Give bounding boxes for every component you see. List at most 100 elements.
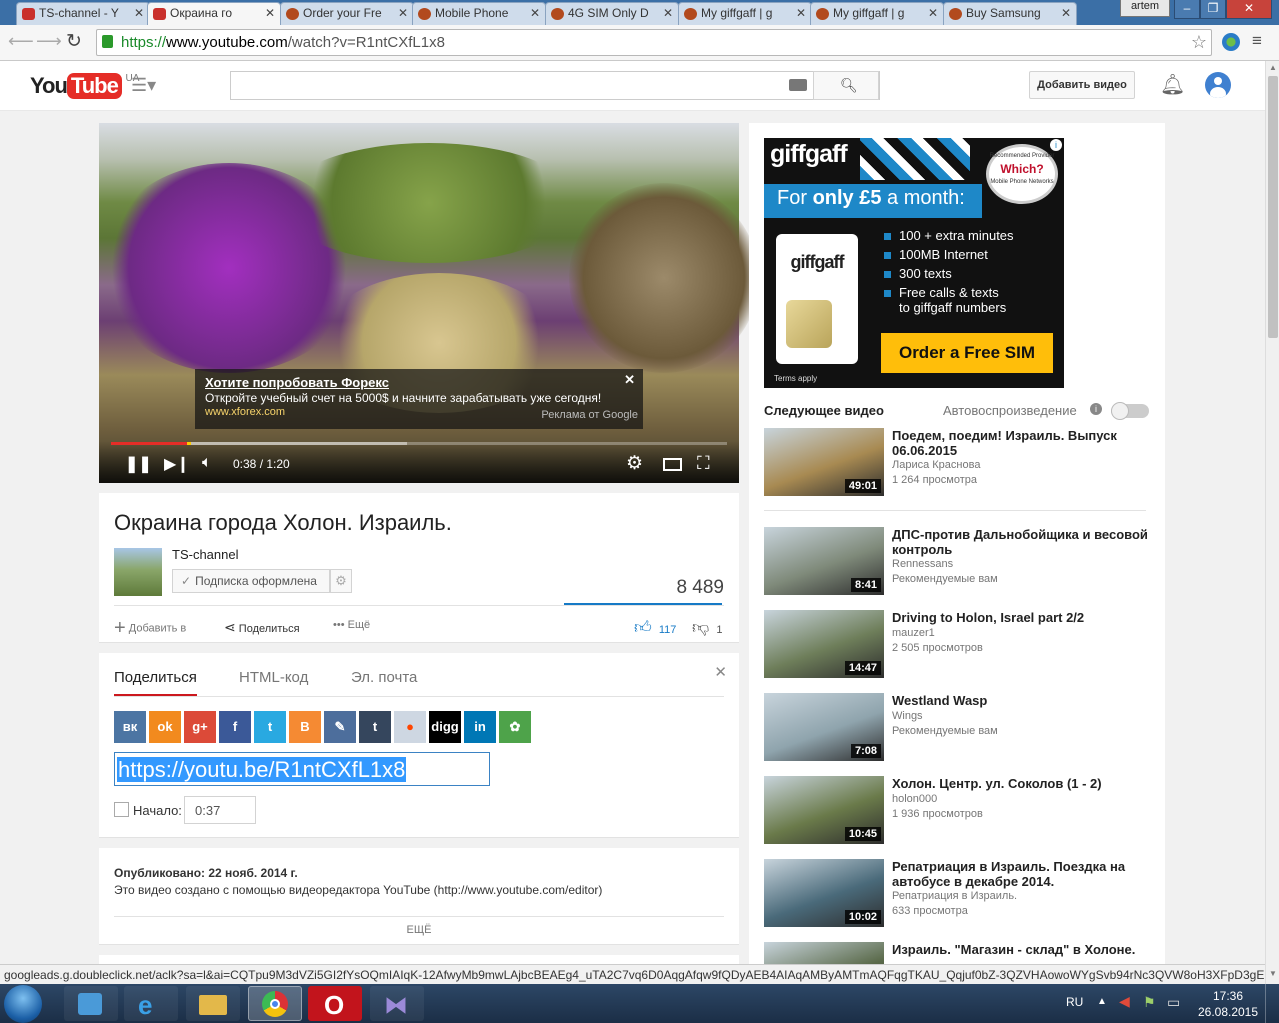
share-link-field[interactable]: https://youtu.be/R1ntCXfL1x8 — [114, 752, 490, 786]
browser-tab[interactable]: TS-channel - Y ✕ — [16, 2, 150, 25]
related-video[interactable]: 10:45 Холон. Центр. ул. Соколов (1 - 2) ho… — [764, 776, 1164, 846]
like-button[interactable]: 👍︎ 117 — [634, 617, 676, 638]
show-desktop-button[interactable] — [1265, 984, 1279, 1023]
facebook-icon[interactable]: f — [219, 711, 251, 743]
autoplay-toggle[interactable] — [1111, 402, 1149, 420]
back-icon[interactable]: ⟵ — [8, 31, 34, 52]
start-time-input[interactable]: 0:37 — [184, 796, 256, 824]
digg-icon[interactable]: digg — [429, 711, 461, 743]
browser-tab[interactable]: Order your Fre ✕ — [280, 2, 414, 25]
reload-icon[interactable]: ↻ — [66, 30, 82, 53]
dislike-button[interactable]: 👎︎ 1 — [692, 617, 722, 638]
taskbar-chrome[interactable] — [248, 986, 302, 1021]
tray-alert-icon[interactable]: ◀ — [1119, 993, 1130, 1010]
taskbar-internet-explorer[interactable]: e — [124, 986, 178, 1021]
browser-tab[interactable]: 4G SIM Only D ✕ — [545, 2, 679, 25]
video-thumbnail[interactable]: 8:41 — [764, 527, 884, 595]
close-tab-icon[interactable]: ✕ — [530, 6, 540, 20]
search-input[interactable]: 🔍︎ — [230, 71, 880, 100]
share-tab[interactable]: HTML-код — [239, 669, 308, 694]
tray-network-icon[interactable]: ⚑ — [1143, 994, 1156, 1011]
clock-date[interactable]: 26.08.2015 — [1196, 1005, 1260, 1019]
related-video-title[interactable]: ДПС-против Дальнобойщика и весовой контр… — [892, 527, 1152, 557]
video-thumbnail[interactable]: 49:01 — [764, 428, 884, 496]
close-tab-icon[interactable]: ✕ — [398, 6, 408, 20]
upload-button[interactable]: Добавить видео — [1029, 71, 1135, 99]
share-close-icon[interactable]: ✕ — [714, 663, 727, 681]
taskbar-app[interactable]: ⧓ — [370, 986, 424, 1021]
video-thumbnail[interactable]: 10:45 — [764, 776, 884, 844]
video-player[interactable]: Хотите попробовать Форекс Откройте учебн… — [99, 123, 759, 483]
twitter-icon[interactable]: t — [254, 711, 286, 743]
fullscreen-icon[interactable]: ⛶ — [697, 453, 710, 474]
browser-tab[interactable]: Окраина го ✕ — [147, 2, 281, 25]
livejournal-icon[interactable]: ✎ — [324, 711, 356, 743]
odnoklassniki-icon[interactable]: ok — [149, 711, 181, 743]
globe-extension-icon[interactable] — [1222, 33, 1240, 51]
more-button[interactable]: ••• Ещё — [333, 619, 370, 631]
related-video[interactable]: Израиль. "Магазин - склад" в Холоне. — [764, 942, 1164, 964]
browser-tab[interactable]: Mobile Phone ✕ — [412, 2, 546, 25]
user-profile-label[interactable]: artem — [1120, 0, 1170, 17]
reddit-icon[interactable]: ● — [394, 711, 426, 743]
progress-bar[interactable] — [111, 442, 727, 445]
related-video-title[interactable]: Поедем, поедим! Израиль. Выпуск 06.06.20… — [892, 428, 1152, 458]
ad-info-icon[interactable]: i — [1050, 139, 1062, 151]
related-video-title[interactable]: Холон. Центр. ул. Соколов (1 - 2) — [892, 776, 1152, 791]
browser-tab[interactable]: My giffgaff | g ✕ — [810, 2, 944, 25]
close-tab-icon[interactable]: ✕ — [1061, 6, 1071, 20]
notifications-bell-icon[interactable]: 🔔︎ — [1160, 72, 1185, 97]
channel-name[interactable]: TS-channel — [172, 547, 238, 562]
keyboard-icon[interactable] — [789, 79, 807, 91]
volume-icon[interactable]: 🔈︎ — [202, 454, 212, 472]
close-tab-icon[interactable]: ✕ — [796, 6, 806, 20]
video-thumbnail[interactable]: 10:02 — [764, 859, 884, 927]
related-video[interactable]: 10:02 Репатриация в Израиль. Поездка на а… — [764, 859, 1164, 929]
related-video[interactable]: 49:01 Поедем, поедим! Израиль. Выпуск 06.… — [764, 428, 1164, 511]
scrollbar-thumb[interactable] — [1268, 76, 1278, 338]
share-button[interactable]: ⋖ Поделиться — [224, 619, 300, 636]
next-icon[interactable]: ▶❙ — [164, 454, 190, 474]
taskbar-explorer[interactable] — [186, 986, 240, 1021]
close-window-button[interactable]: ✕ — [1226, 0, 1272, 19]
linkedin-icon[interactable]: in — [464, 711, 496, 743]
tray-display-icon[interactable]: ▭ — [1167, 994, 1180, 1011]
share-tab[interactable]: Поделиться — [114, 669, 197, 696]
clock-time[interactable]: 17:36 — [1200, 989, 1256, 1003]
subscription-settings-icon[interactable]: ⚙︎ — [330, 569, 352, 593]
ad-cta-button[interactable]: Order a Free SIM — [881, 333, 1053, 373]
taskbar-media-player[interactable] — [64, 986, 118, 1021]
menu-icon[interactable]: ≡ — [1252, 31, 1262, 51]
video-thumbnail[interactable] — [764, 942, 884, 964]
blogger-icon[interactable]: B — [289, 711, 321, 743]
related-video[interactable]: 8:41 ДПС-против Дальнобойщика и весовой к… — [764, 527, 1164, 597]
close-tab-icon[interactable]: ✕ — [663, 6, 673, 20]
stumbleupon-icon[interactable]: ✿ — [499, 711, 531, 743]
start-time-checkbox[interactable] — [114, 802, 129, 817]
tray-up-icon[interactable]: ▲ — [1097, 996, 1107, 1007]
overlay-ad-close-icon[interactable]: ✕ — [624, 372, 635, 388]
close-tab-icon[interactable]: ✕ — [928, 6, 938, 20]
autoplay-info-icon[interactable]: i — [1090, 403, 1102, 415]
share-tab[interactable]: Эл. почта — [351, 669, 417, 694]
related-video[interactable]: 14:47 Driving to Holon, Israel part 2/2 ma… — [764, 610, 1164, 680]
maximize-button[interactable]: ❐ — [1200, 0, 1226, 19]
forward-icon[interactable]: ⟶ — [36, 31, 62, 52]
taskbar-opera[interactable]: O — [308, 986, 362, 1021]
overlay-ad[interactable]: Хотите попробовать Форекс Откройте учебн… — [195, 369, 643, 429]
tumblr-icon[interactable]: t — [359, 711, 391, 743]
show-more-button[interactable]: ЕЩЁ — [99, 924, 739, 936]
giffgaff-ad[interactable]: giffgaff Recommended Provider Which? Mob… — [764, 138, 1064, 388]
pause-icon[interactable]: ❚❚ — [125, 454, 152, 474]
video-thumbnail[interactable]: 7:08 — [764, 693, 884, 761]
close-tab-icon[interactable]: ✕ — [134, 6, 144, 20]
search-button[interactable]: 🔍︎ — [813, 71, 879, 100]
bookmark-star-icon[interactable]: ☆ — [1191, 32, 1207, 53]
avatar[interactable] — [1205, 72, 1231, 98]
google-plus-icon[interactable]: g+ — [184, 711, 216, 743]
vk-icon[interactable]: вк — [114, 711, 146, 743]
related-video-title[interactable]: Westland Wasp — [892, 693, 1152, 708]
close-tab-icon[interactable]: ✕ — [265, 6, 275, 20]
subscribed-button[interactable]: ✓ Подписка оформлена — [172, 569, 330, 593]
browser-tab[interactable]: Buy Samsung ✕ — [943, 2, 1077, 25]
